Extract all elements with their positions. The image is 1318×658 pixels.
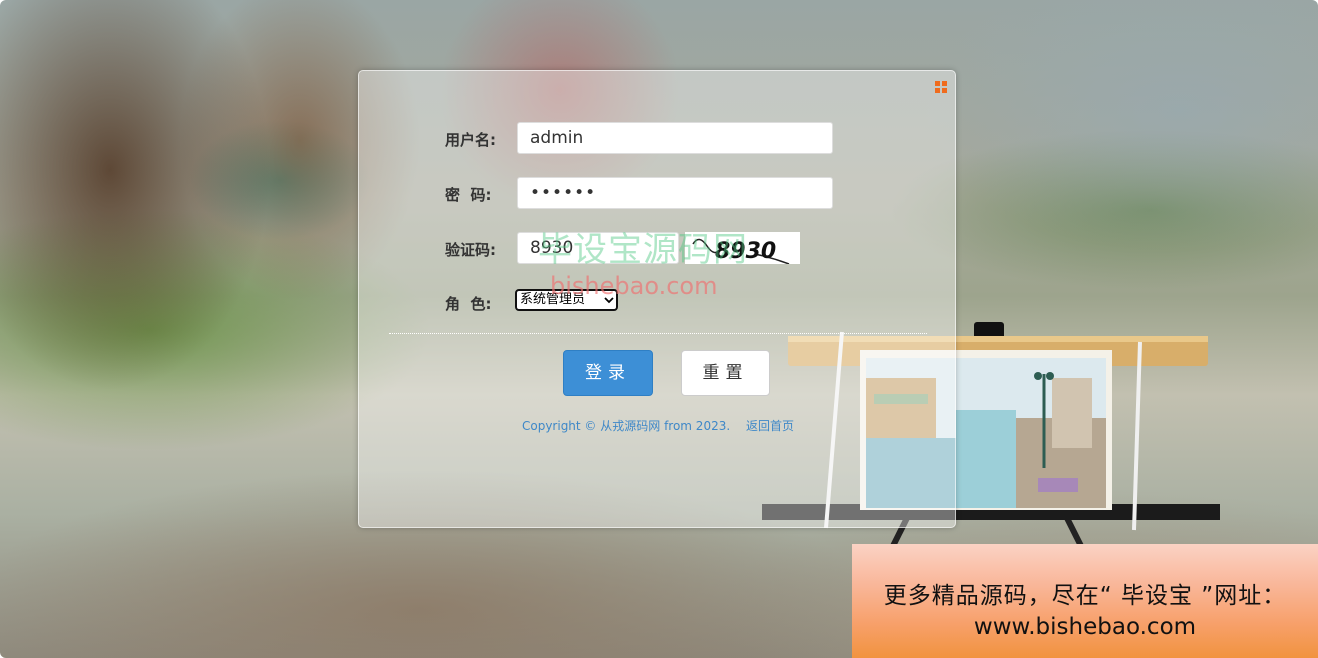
username-input[interactable]: admin [517, 122, 833, 154]
grid-icon[interactable] [935, 81, 947, 93]
copyright-text: Copyright © 从戎源码网 from 2023. [521, 419, 731, 433]
watermark-title: 毕设宝源码网 [538, 230, 748, 270]
footer: Copyright © 从戎源码网 from 2023. 返回首页 [359, 417, 957, 434]
password-row: 密 码: •••••• [359, 177, 957, 209]
role-label: 角 色: [445, 295, 492, 313]
home-link[interactable]: 返回首页 [746, 419, 794, 433]
form-divider [389, 333, 927, 334]
watermark-url: bishebao.com [550, 272, 718, 300]
password-input[interactable]: •••••• [517, 177, 833, 209]
promo-text: 更多精品源码，尽在“ 毕设宝 ”网址： [883, 583, 1287, 609]
username-label: 用户名: [445, 131, 496, 149]
password-label: 密 码: [445, 186, 492, 204]
promo-banner: 更多精品源码，尽在“ 毕设宝 ”网址： www.bishebao.com [852, 544, 1318, 658]
reset-button[interactable]: 重置 [681, 350, 770, 396]
login-button[interactable]: 登录 [563, 350, 653, 396]
username-row: 用户名: admin [359, 122, 957, 154]
promo-url[interactable]: www.bishebao.com [852, 614, 1318, 640]
captcha-label: 验证码: [445, 241, 496, 259]
